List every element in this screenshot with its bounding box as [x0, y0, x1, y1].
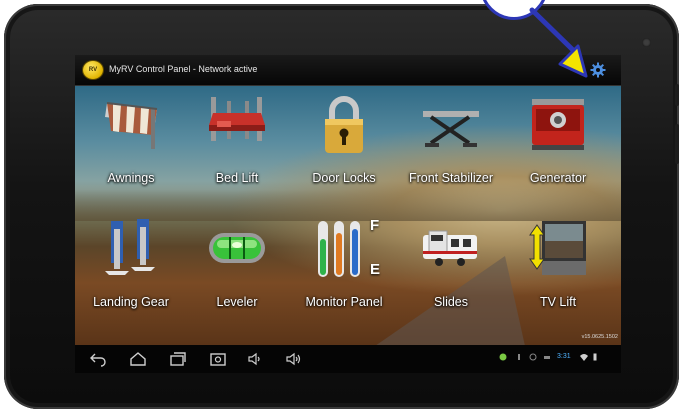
- volume-down-icon[interactable]: [247, 351, 265, 367]
- generator-icon: [532, 99, 584, 150]
- home-icon[interactable]: [129, 351, 147, 367]
- front-camera: [642, 38, 651, 47]
- tile-label: Awnings: [107, 171, 155, 185]
- myrv-logo: RV: [83, 61, 103, 79]
- tile-label: Door Locks: [312, 171, 376, 185]
- stabilizer-icon: [423, 111, 479, 147]
- volume-up-icon[interactable]: [285, 351, 303, 367]
- alarm-icon: [529, 353, 537, 361]
- screenshot-icon[interactable]: [209, 351, 227, 367]
- tile-monitor-panel[interactable]: F E Monitor Panel: [294, 217, 394, 319]
- tank-level-icon: [318, 221, 360, 277]
- tile-label: Slides: [433, 295, 469, 309]
- rv-slides-icon: [423, 230, 477, 266]
- version-label: v15.0625.1502: [581, 334, 618, 340]
- tile-label: Leveler: [216, 295, 258, 309]
- tile-label: Landing Gear: [93, 295, 169, 309]
- tile-leveler[interactable]: Leveler: [187, 219, 287, 319]
- settings-gear-icon[interactable]: [590, 62, 606, 78]
- tank-empty-label: E: [370, 261, 381, 278]
- tile-tv-lift[interactable]: TV Lift: [508, 219, 608, 319]
- tile-bed-lift[interactable]: Bed Lift: [187, 95, 287, 195]
- tile-awnings[interactable]: Awnings: [81, 95, 181, 195]
- debug-icon: [544, 356, 550, 359]
- app-title: MyRV Control Panel - Network active: [109, 64, 258, 74]
- tile-generator[interactable]: Generator: [508, 95, 608, 195]
- tile-label: TV Lift: [539, 295, 577, 309]
- bed-lift-icon: [209, 97, 265, 141]
- battery-icon: [593, 353, 597, 361]
- tile-front-stabilizer[interactable]: Front Stabilizer: [401, 95, 501, 195]
- bubble-level-icon: [209, 233, 265, 263]
- recent-apps-icon[interactable]: [169, 351, 187, 367]
- landing-gear-icon: [105, 219, 155, 275]
- power-button[interactable]: [675, 84, 679, 106]
- tile-landing-gear[interactable]: Landing Gear: [81, 219, 181, 319]
- tile-slides[interactable]: Slides: [401, 219, 501, 319]
- app-titlebar: RV MyRV Control Panel - Network active: [75, 55, 621, 86]
- tile-label: Monitor Panel: [305, 295, 383, 309]
- android-status-icon: [499, 353, 507, 361]
- tv-lift-icon: [529, 221, 586, 275]
- tank-full-label: F: [370, 217, 380, 234]
- tile-door-locks[interactable]: Door Locks: [294, 95, 394, 195]
- awning-icon: [105, 102, 158, 149]
- usb-icon: [518, 354, 520, 360]
- tile-label: Generator: [529, 171, 587, 185]
- back-icon[interactable]: [89, 351, 107, 367]
- tablet-screen: RV MyRV Control Panel - Network active A…: [75, 55, 621, 373]
- padlock-icon: [325, 96, 363, 153]
- wifi-icon: [580, 354, 588, 361]
- tile-label: Bed Lift: [215, 171, 259, 185]
- tile-label: Front Stabilizer: [408, 171, 494, 185]
- status-clock: 3:31: [557, 353, 571, 360]
- volume-rocker[interactable]: [675, 124, 679, 164]
- android-nav-bar: 3:31: [75, 345, 621, 373]
